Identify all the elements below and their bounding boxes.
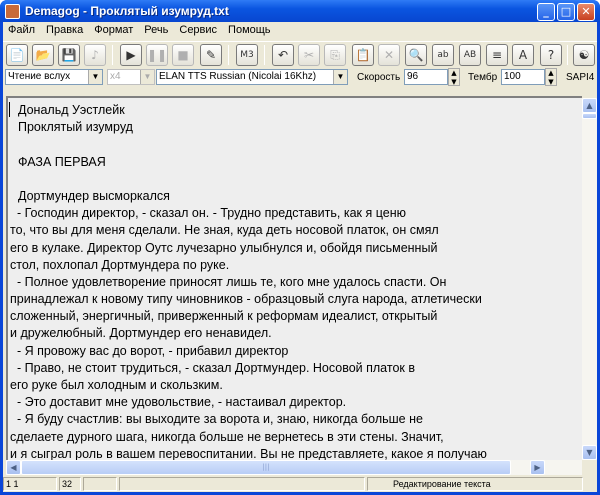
paste-icon[interactable]: 📋	[352, 44, 374, 66]
text-line: стол, похлопал Дортмундера по руке.	[10, 257, 230, 272]
toolbar-separator	[228, 45, 229, 65]
text-caret	[9, 102, 10, 117]
text-line: его в кулаке. Директор Оутс лучезарно ул…	[10, 240, 438, 255]
replace-icon[interactable]: ab	[432, 44, 454, 66]
text-line: принадлежал к новому типу чиновников - о…	[10, 292, 482, 307]
text-line	[16, 171, 582, 188]
undo-icon[interactable]: ↶	[272, 44, 294, 66]
text-line: - Я буду счастлив: вы выходите за ворота…	[10, 412, 423, 427]
chevron-down-icon[interactable]: ▼	[140, 70, 154, 84]
status-mode: Редактирование текста	[367, 477, 583, 491]
multiplier-select[interactable]: x4 ▼	[107, 69, 155, 85]
text-line: - Я провожу вас до ворот, - прибавил дир…	[10, 343, 289, 358]
delete-icon[interactable]: ✕	[378, 44, 400, 66]
text-line: ФАЗА ПЕРВАЯ	[18, 154, 106, 169]
window-title: Demagog - Проклятый изумруд.txt	[25, 4, 229, 18]
text-line: - Полное удовлетворение приносят лишь те…	[10, 274, 447, 289]
status-bar: 1 1 32 Редактирование текста	[3, 476, 597, 492]
text-line: сложенный, энергичный, приверженный к ре…	[10, 309, 438, 324]
status-count: 32	[59, 477, 81, 491]
text-line: Дортмундер высморкался	[18, 188, 170, 203]
menu-file[interactable]: Файл	[3, 22, 41, 40]
copy-icon[interactable]: ⎘	[324, 44, 346, 66]
help-icon[interactable]: ?	[540, 44, 562, 66]
horizontal-scrollbar[interactable]: ◀ ||| ▶	[6, 460, 582, 475]
voice-value: ELAN TTS Russian (Nicolai 16Khz)	[159, 71, 317, 82]
music-note-icon[interactable]: ♪	[84, 44, 106, 66]
align-icon[interactable]: ≡	[486, 44, 508, 66]
status-empty	[119, 477, 365, 491]
save-icon[interactable]: 💾	[58, 44, 80, 66]
mode-value: Чтение вслух	[8, 71, 71, 82]
play-icon[interactable]: ▶	[120, 44, 142, 66]
speed-input[interactable]: 96	[404, 69, 448, 85]
text-editor[interactable]: Дональд Уэстлейк Проклятый изумруд ФАЗА …	[6, 96, 582, 460]
text-line: Проклятый изумруд	[18, 120, 133, 135]
menu-edit[interactable]: Правка	[41, 22, 89, 40]
mp3-icon[interactable]: M3	[236, 44, 258, 66]
scroll-left-icon[interactable]: ◀	[6, 460, 21, 475]
replace-all-icon[interactable]: AB	[459, 44, 481, 66]
text-line: - Господин директор, - сказал он. - Труд…	[10, 206, 406, 221]
text-line: Дональд Уэстлейк	[18, 103, 125, 117]
chevron-down-icon[interactable]: ▼	[88, 70, 102, 84]
text-line: его руке был холодным и скользким.	[10, 378, 223, 392]
menu-speech[interactable]: Речь	[139, 22, 174, 40]
chevron-down-icon[interactable]: ▼	[333, 70, 347, 84]
toolbar: 📄 📂 💾 ♪ ▶ ❚❚ ■ ✎ M3 ↶ ✂ ⎘ 📋 ✕ 🔍 ab AB ≡ …	[3, 41, 597, 67]
text-line: - Это доставит мне удовольствие, - наста…	[10, 395, 347, 410]
text-line	[16, 136, 582, 153]
sapi-label: SAPI4	[566, 72, 595, 83]
menu-service[interactable]: Сервис	[174, 22, 223, 40]
multiplier-value: x4	[110, 71, 121, 82]
menu-format[interactable]: Формат	[89, 22, 139, 40]
client-area: Файл Правка Формат Речь Сервис Помощь 📄 …	[3, 22, 597, 492]
text-line: и я сыграл роль в вашем перевоспитании. …	[10, 446, 487, 460]
toolbar-separator	[264, 45, 265, 65]
menu-bar: Файл Правка Формат Речь Сервис Помощь	[3, 22, 597, 40]
timbre-label: Тембр	[468, 72, 498, 83]
vertical-scrollbar[interactable]: ▲ ▼	[582, 98, 597, 460]
sapi-icon[interactable]: ☯	[573, 44, 595, 66]
timbre-spinner[interactable]: ▲ ▼	[545, 68, 557, 86]
status-extra	[83, 477, 117, 491]
speed-label: Скорость	[357, 72, 401, 83]
cut-icon[interactable]: ✂	[298, 44, 320, 66]
vertical-scroll-thumb[interactable]	[582, 113, 597, 119]
minimize-button[interactable]: _	[537, 3, 555, 21]
close-button[interactable]: ✕	[577, 3, 595, 21]
app-icon	[5, 4, 20, 19]
text-line: сделаете дурного шага, никогда больше не…	[10, 429, 444, 444]
scroll-right-icon[interactable]: ▶	[530, 460, 545, 475]
horizontal-scroll-thumb[interactable]: |||	[21, 460, 511, 475]
text-line: - Право, не стоит трудиться, - сказал До…	[10, 360, 415, 375]
timbre-input[interactable]: 100	[501, 69, 545, 85]
app-window: Demagog - Проклятый изумруд.txt _ □ ✕ Фа…	[0, 0, 600, 495]
menu-help[interactable]: Помощь	[223, 22, 277, 40]
font-icon[interactable]: A	[512, 44, 534, 66]
find-icon[interactable]: 🔍	[405, 44, 427, 66]
scroll-up-icon[interactable]: ▲	[582, 98, 597, 113]
new-file-icon[interactable]: 📄	[6, 44, 28, 66]
open-file-icon[interactable]: 📂	[32, 44, 54, 66]
toolbar-separator	[112, 45, 113, 65]
speed-spinner[interactable]: ▲ ▼	[448, 68, 460, 86]
speech-controls: Чтение вслух ▼ x4 ▼ ELAN TTS Russian (Nico…	[3, 67, 597, 89]
stop-icon[interactable]: ■	[172, 44, 194, 66]
voice-select[interactable]: ELAN TTS Russian (Nicolai 16Khz) ▼	[156, 69, 348, 85]
scroll-down-icon[interactable]: ▼	[582, 445, 597, 460]
text-line: то, что вы для меня сделали. Не зная, ку…	[10, 223, 439, 238]
toolbar-separator	[567, 45, 568, 65]
eraser-icon[interactable]: ✎	[200, 44, 222, 66]
status-position: 1 1	[3, 477, 57, 491]
text-line: и дружелюбный. Дортмундер его ненавидел.	[10, 326, 272, 341]
mode-select[interactable]: Чтение вслух ▼	[5, 69, 103, 85]
maximize-button[interactable]: □	[557, 3, 575, 21]
title-bar[interactable]: Demagog - Проклятый изумруд.txt _ □ ✕	[0, 0, 600, 22]
pause-icon[interactable]: ❚❚	[146, 44, 168, 66]
